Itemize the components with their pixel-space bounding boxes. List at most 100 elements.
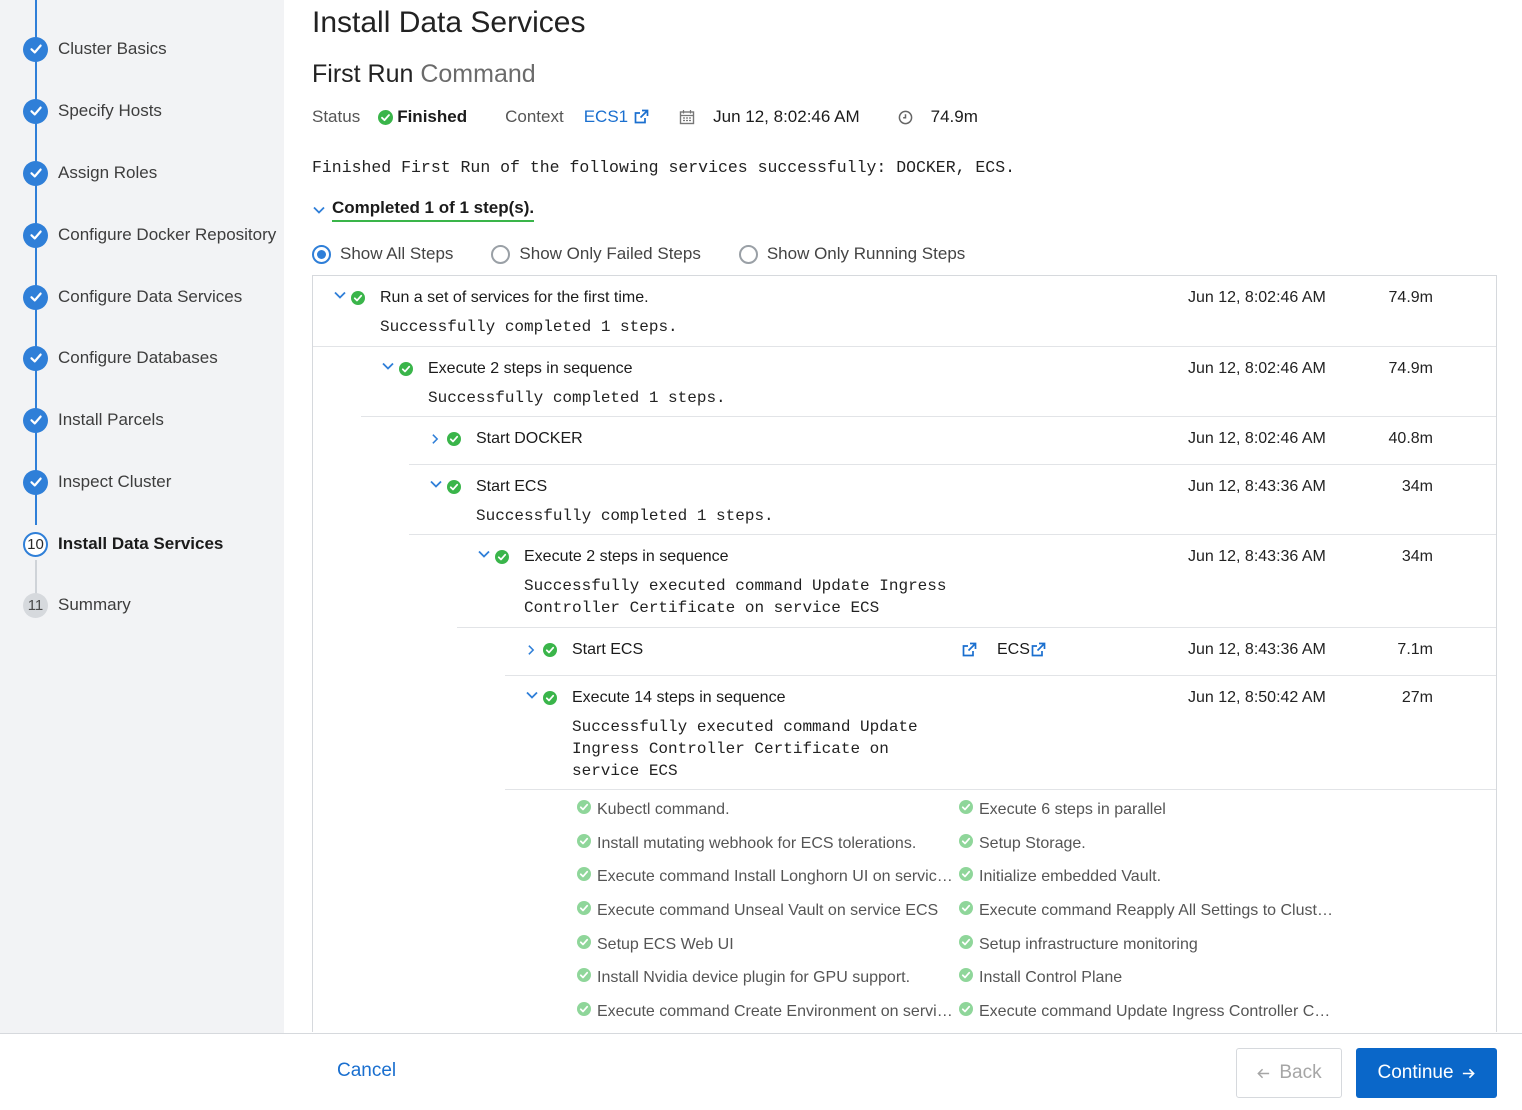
filter-running-steps[interactable]: Show Only Running Steps: [738, 244, 966, 264]
arrow-right-icon: [1461, 1066, 1476, 1081]
status-key: Status: [312, 107, 361, 126]
filter-all-steps[interactable]: Show All Steps: [312, 244, 453, 264]
chevron-right-icon[interactable]: [525, 643, 539, 657]
filter-label: Show Only Failed Steps: [519, 244, 701, 263]
success-icon: [959, 968, 973, 987]
radio-selected: [312, 244, 331, 264]
wizard-footer: Cancel Back Continue: [0, 1033, 1522, 1110]
success-icon: [959, 834, 973, 853]
substep-item: Setup Storage.: [959, 834, 1086, 853]
wizard-step-label: Summary: [58, 595, 131, 614]
step-date: Jun 12, 8:02:46 AM: [1188, 430, 1326, 447]
step-duration: 74.9m: [1388, 289, 1433, 306]
context-key: Context: [505, 107, 564, 126]
substep-label: Setup Storage.: [979, 834, 1086, 852]
cancel-button[interactable]: Cancel: [337, 1060, 396, 1082]
substep-item: Setup infrastructure monitoring: [959, 935, 1198, 954]
chevron-right-icon[interactable]: [429, 432, 443, 446]
chevron-down-icon[interactable]: [381, 359, 395, 373]
step-date: Jun 12, 8:02:46 AM: [1188, 360, 1326, 377]
step-date: Jun 12, 8:43:36 AM: [1188, 641, 1326, 658]
substep-item: Execute command Create Environment on se…: [577, 1002, 953, 1021]
success-icon: [959, 901, 973, 920]
step-title: Run a set of services for the first time…: [380, 289, 649, 306]
chevron-down-icon[interactable]: [429, 477, 443, 491]
check-icon: [23, 345, 48, 371]
page-title: Install Data Services: [312, 6, 586, 39]
wizard-step-label: Install Parcels: [58, 410, 164, 429]
step-date: Jun 12, 8:02:46 AM: [1188, 289, 1326, 306]
chevron-down-icon[interactable]: [477, 547, 491, 561]
substep-label: Setup ECS Web UI: [597, 935, 734, 953]
filter-failed-steps[interactable]: Show Only Failed Steps: [491, 244, 701, 264]
success-icon: [959, 1002, 973, 1021]
wizard-step-label: Configure Docker Repository: [58, 225, 277, 244]
success-icon: [577, 834, 591, 853]
check-icon: [23, 407, 48, 433]
substep-label: Execute command Install Longhorn UI on s…: [597, 867, 953, 885]
step-filter: Show All Steps Show Only Failed Steps Sh…: [312, 244, 1003, 264]
wizard-step-label: Specify Hosts: [58, 101, 162, 120]
filter-label: Show Only Running Steps: [766, 244, 966, 263]
chevron-down-icon[interactable]: [525, 688, 539, 702]
substep-label: Execute 6 steps in parallel: [979, 800, 1166, 818]
step-title: Start ECS: [572, 641, 644, 658]
summary-message: Finished First Run of the following serv…: [312, 158, 1016, 177]
continue-button[interactable]: Continue: [1356, 1048, 1497, 1098]
success-icon: [495, 550, 509, 569]
substep-label: Execute command Unseal Vault on service …: [597, 901, 939, 919]
step-duration: 27m: [1401, 689, 1433, 706]
back-button[interactable]: Back: [1236, 1048, 1342, 1098]
wizard-step-configure-databases[interactable]: Configure Databases: [23, 345, 218, 371]
step-message: service ECS: [572, 762, 678, 780]
success-icon: [447, 480, 461, 499]
wizard-step-install-data-services[interactable]: 10 Install Data Services: [23, 531, 223, 557]
context-link[interactable]: ECS1: [584, 107, 628, 127]
external-link-icon[interactable]: [961, 642, 977, 663]
wizard-step-assign-roles[interactable]: Assign Roles: [23, 160, 157, 186]
wizard-step-configure-docker-repository[interactable]: Configure Docker Repository: [23, 222, 276, 248]
substep-item: Execute command Install Longhorn UI on s…: [577, 867, 953, 886]
success-icon: [543, 643, 557, 662]
status-value: Finished: [397, 107, 468, 126]
step-row: Run a set of services for the first time…: [313, 276, 1496, 347]
check-icon: [23, 222, 48, 248]
service-link[interactable]: ECS: [997, 641, 1030, 659]
wizard-step-configure-data-services[interactable]: Configure Data Services: [23, 284, 242, 310]
step-message: Successfully executed command Update Ing…: [524, 577, 947, 595]
wizard-step-inspect-cluster[interactable]: Inspect Cluster: [23, 469, 171, 495]
substep-item: Execute command Reapply All Settings to …: [959, 901, 1333, 920]
substep-item: Setup ECS Web UI: [577, 935, 734, 954]
radio-unselected: [491, 244, 511, 264]
wizard-step-specify-hosts[interactable]: Specify Hosts: [23, 98, 162, 124]
step-row: Start ECS ECS Jun 12, 8:43:36 AM 7.1m: [505, 628, 1496, 676]
wizard-step-cluster-basics[interactable]: Cluster Basics: [23, 36, 167, 62]
wizard-step-summary: 11 Summary: [23, 592, 131, 618]
chevron-down-icon: [312, 203, 326, 217]
radio-unselected: [738, 244, 758, 264]
substep-label: Execute command Create Environment on se…: [597, 1002, 953, 1020]
step-message: Successfully completed 1 steps.: [428, 389, 726, 407]
step-date: Jun 12, 8:43:36 AM: [1188, 478, 1326, 495]
step-message: Controller Certificate on service ECS: [524, 599, 880, 617]
external-link-icon[interactable]: [1030, 642, 1046, 663]
external-link-icon[interactable]: [633, 109, 649, 125]
wizard-sidebar: Cluster Basics Specify Hosts Assign Role…: [0, 0, 284, 1033]
wizard-step-label: Assign Roles: [58, 163, 158, 182]
clock-icon: [898, 110, 913, 125]
chevron-down-icon[interactable]: [333, 288, 347, 302]
substep-item: Execute command Unseal Vault on service …: [577, 901, 938, 920]
step-message: Successfully executed command Update: [572, 718, 918, 736]
progress-rail: [35, 0, 37, 525]
success-icon: [959, 800, 973, 819]
substep-label: Setup infrastructure monitoring: [979, 935, 1198, 953]
step-row: Execute 2 steps in sequence Successfully…: [457, 535, 1496, 628]
substep-item: Install Nvidia device plugin for GPU sup…: [577, 968, 910, 987]
step-title: Execute 14 steps in sequence: [572, 689, 786, 706]
completed-toggle[interactable]: Completed 1 of 1 step(s).: [312, 198, 535, 222]
wizard-step-install-parcels[interactable]: Install Parcels: [23, 407, 164, 433]
step-message: Successfully completed 1 steps.: [380, 318, 678, 336]
success-icon: [447, 432, 461, 451]
step-title: Start DOCKER: [476, 430, 583, 447]
substep-item: Initialize embedded Vault.: [959, 867, 1161, 886]
